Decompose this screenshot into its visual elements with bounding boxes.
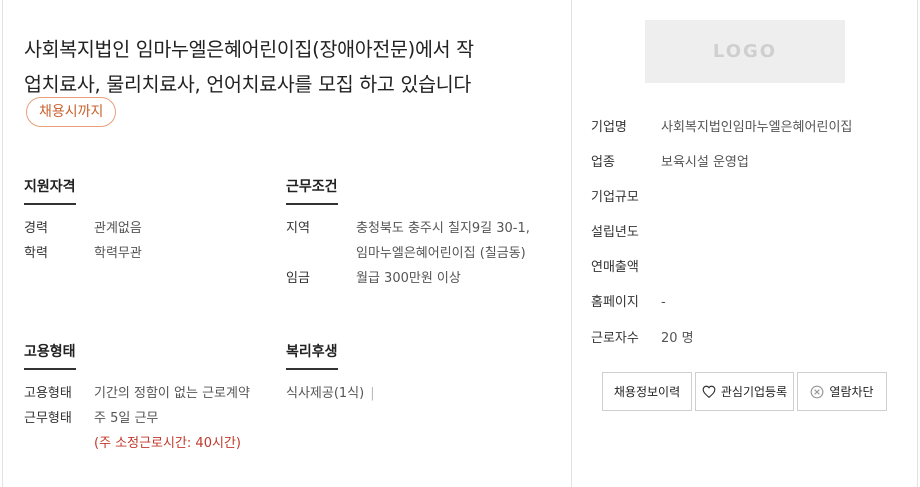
column-divider <box>571 0 572 487</box>
company-row-revenue: 연매출액 <box>591 259 661 277</box>
company-row-name: 기업명 사회복지법인임마누엘은혜어린이집 <box>591 119 852 137</box>
company-size-label: 기업규모 <box>591 190 639 205</box>
hiring-history-label: 채용정보이력 <box>613 385 681 399</box>
deadline-badge: 채용시까지 <box>26 97 117 127</box>
welfare-value: 식사제공(1식) <box>286 386 365 401</box>
company-row-size: 기업규모 <box>591 189 661 207</box>
salary-label: 임금 <box>286 271 310 286</box>
favorite-company-label: 관심기업등록 <box>720 385 788 399</box>
salary-value: 월급 300만원 이상 <box>356 271 461 286</box>
heart-icon <box>702 385 716 398</box>
favorite-company-button[interactable]: 관심기업등록 <box>695 372 794 411</box>
education-label: 학력 <box>24 246 48 261</box>
region-line-2: 임마누엘은혜어린이집 (칠금동) <box>356 246 526 261</box>
employment-heading: 고용형태 <box>24 343 76 370</box>
company-row-employees: 근로자수 20 명 <box>591 330 694 348</box>
condition-row-salary: 임금 월급 300만원 이상 <box>286 266 461 291</box>
employment-row-work: 근무형태 주 5일 근무 (주 소정근로시간: 40시간) <box>24 406 241 456</box>
qualification-row-career: 경력 관계없음 <box>24 216 142 241</box>
company-name-value: 사회복지법인임마누엘은혜어린이집 <box>661 120 853 135</box>
work-days: 주 5일 근무 <box>94 411 159 426</box>
company-row-homepage: 홈페이지 - <box>591 294 666 312</box>
work-type-label: 근무형태 <box>24 411 72 426</box>
employment-type-value: 기간의 정함이 없는 근로계약 <box>94 386 250 401</box>
block-icon <box>810 385 824 399</box>
career-value: 관계없음 <box>94 221 142 236</box>
region-line-1: 충청북도 충주시 칠지9길 30-1, <box>356 221 530 236</box>
logo-text: LOGO <box>712 41 778 62</box>
block-view-label: 열람차단 <box>829 385 874 399</box>
career-label: 경력 <box>24 221 48 236</box>
welfare-separator: | <box>370 386 375 401</box>
conditions-heading: 근무조건 <box>286 178 338 205</box>
block-view-button[interactable]: 열람차단 <box>797 372 887 411</box>
condition-row-region: 지역 충청북도 충주시 칠지9길 30-1, 임마누엘은혜어린이집 (칠금동) <box>286 216 530 266</box>
industry-label: 업종 <box>591 155 615 170</box>
employment-type-label: 고용형태 <box>24 386 72 401</box>
region-label: 지역 <box>286 221 310 236</box>
homepage-value: - <box>661 295 666 310</box>
welfare-row: 식사제공(1식) | <box>286 381 375 406</box>
revenue-label: 연매출액 <box>591 260 639 275</box>
founded-year-label: 설립년도 <box>591 225 639 240</box>
company-row-founded: 설립년도 <box>591 224 661 242</box>
homepage-label: 홈페이지 <box>591 295 639 310</box>
education-value: 학력무관 <box>94 246 142 261</box>
employment-row-type: 고용형태 기간의 정함이 없는 근로계약 <box>24 381 250 406</box>
work-hours-note: (주 소정근로시간: 40시간) <box>94 436 241 451</box>
job-title: 사회복지법인 임마누엘은혜어린이집(장애아전문)에서 작 업치료사, 물리치료사… <box>24 32 544 102</box>
company-name-label: 기업명 <box>591 120 627 135</box>
company-row-industry: 업종 보육시설 운영업 <box>591 154 749 172</box>
employees-value: 20 명 <box>661 331 694 346</box>
hiring-history-button[interactable]: 채용정보이력 <box>602 372 692 411</box>
welfare-heading: 복리후생 <box>286 343 338 370</box>
work-type-value: 주 5일 근무 (주 소정근로시간: 40시간) <box>94 406 241 456</box>
region-value: 충청북도 충주시 칠지9길 30-1, 임마누엘은혜어린이집 (칠금동) <box>356 216 530 266</box>
qualification-row-education: 학력 학력무관 <box>24 241 142 266</box>
company-logo-placeholder: LOGO <box>645 20 845 83</box>
employees-label: 근로자수 <box>591 331 639 346</box>
job-title-line-1: 사회복지법인 임마누엘은혜어린이집(장애아전문)에서 작 <box>24 38 474 61</box>
qualifications-heading: 지원자격 <box>24 178 76 205</box>
industry-value: 보육시설 운영업 <box>661 155 749 170</box>
